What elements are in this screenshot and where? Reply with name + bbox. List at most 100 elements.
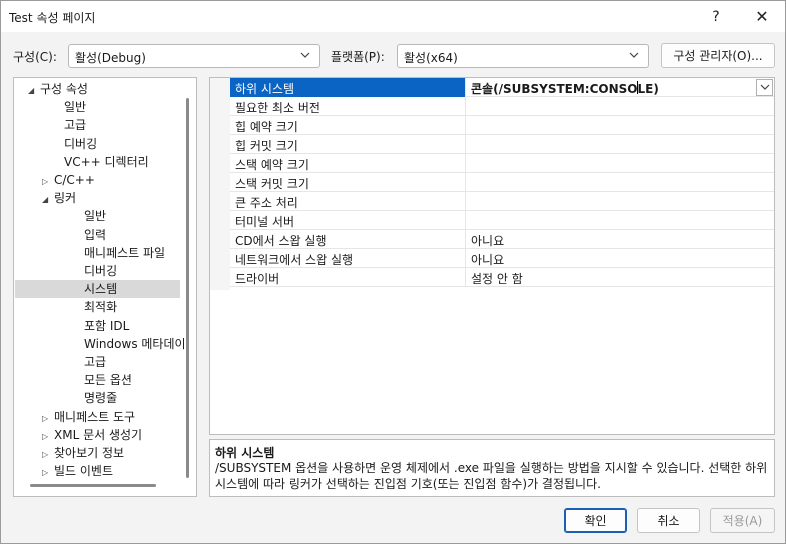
property-name: 스택 예약 크기 [235,158,309,172]
property-name: CD에서 스왑 실행 [235,234,327,248]
description-body: /SUBSYSTEM 옵션을 사용하면 운영 체제에서 .exe 파일을 실행하… [215,461,768,491]
tree-item[interactable]: 일반 [52,98,86,116]
tree-item-label: 구성 속성 [40,82,88,96]
property-value: 아니요 [471,253,505,267]
tree-item-label: 시스템 [84,282,118,297]
tree-item[interactable]: 포함 IDL [72,317,129,335]
column-divider [465,116,466,135]
collapsed-icon[interactable]: ▷ [42,464,54,482]
property-name: 하위 시스템 [235,82,295,96]
tree-item[interactable]: 디버깅 [72,262,117,280]
column-divider [465,97,466,116]
property-name: 드라이버 [235,272,280,286]
tree-item[interactable]: ▷ C/C++ [42,171,95,189]
tree-item[interactable]: ◢ 구성 속성 [28,80,88,98]
chevron-down-icon [629,52,639,58]
title-bar: Test 속성 페이지 ? ✕ [1,1,785,32]
property-name: 네트워크에서 스왑 실행 [235,253,354,267]
property-value: 설정 안 함 [471,272,523,286]
tree-item[interactable]: VC++ 디렉터리 [52,153,149,171]
platform-select-value: 활성(x64) [404,51,458,65]
description-panel: 하위 시스템 /SUBSYSTEM 옵션을 사용하면 운영 체제에서 .exe … [209,439,775,497]
help-button[interactable]: ? [693,1,739,32]
property-name: 필요한 최소 버전 [235,101,320,115]
column-divider [465,230,466,249]
property-name: 터미널 서버 [235,215,295,229]
tree-item-label: 최적화 [84,300,118,315]
tree-item-label: 매니페스트 도구 [54,409,136,424]
property-grid: 하위 시스템 콘솔(/SUBSYSTEM:CONSOLE) 필요한 최소 버전힙 예… [209,77,775,435]
tree-item-label: 모든 옵션 [84,373,132,388]
ok-button[interactable]: 확인 [564,508,627,533]
property-row[interactable]: 힙 예약 크기 [230,116,774,135]
expanded-icon[interactable]: ◢ [28,82,40,100]
column-divider [465,211,466,230]
tree-item-label: Windows 메타데이 [84,336,186,351]
property-tree[interactable]: ◢ 구성 속성 일반 고급 디버깅 VC++ 디렉터리 ▷ C/C++ ◢ 링커 일반 입력 매니페스트… [13,77,197,497]
tree-horizontal-scrollbar[interactable] [30,484,156,487]
property-row[interactable]: 스택 커밋 크기 [230,173,774,192]
tree-item-label: 찾아보기 정보 [54,446,125,460]
tree-item[interactable]: 매니페스트 파일 [72,244,165,262]
close-button[interactable]: ✕ [739,1,785,32]
tree-item[interactable]: 일반 [72,207,106,225]
property-row[interactable]: 드라이버 설정 안 함 [230,268,774,287]
tree-item-label: 입력 [84,227,107,242]
column-divider [465,154,466,173]
cancel-button[interactable]: 취소 [637,508,700,533]
property-row[interactable]: CD에서 스왑 실행 아니요 [230,230,774,249]
grid-margin [210,78,230,290]
config-select[interactable]: 활성(Debug) [68,44,320,68]
tree-item-label: 고급 [84,355,107,369]
property-row[interactable]: 힙 커밋 크기 [230,135,774,154]
text-caret [637,81,638,94]
property-name: 힙 커밋 크기 [235,139,298,153]
tree-item[interactable]: ◢ 링커 [42,189,76,207]
tree-item-label: 명령줄 [84,391,118,406]
property-row[interactable]: 터미널 서버 [230,211,774,230]
tree-item[interactable]: 모든 옵션 [72,371,132,389]
column-divider [465,173,466,192]
tree-item[interactable]: ▷ 매니페스트 도구 [42,408,135,426]
tree-item-label: XML 문서 생성기 [54,427,143,442]
tree-item[interactable]: 고급 [72,353,106,371]
tree-item-label: VC++ 디렉터리 [64,154,149,169]
tree-item[interactable]: Windows 메타데이 [72,335,186,353]
tree-item-label: 고급 [64,118,87,133]
value-dropdown-button[interactable] [756,79,773,96]
property-pages-dialog: Test 속성 페이지 ? ✕ 구성(C): 활성(Debug) 플랫폼(P):… [0,0,786,544]
tree-item-label: 매니페스트 파일 [84,245,166,260]
tree-item[interactable]: 시스템 [72,280,117,298]
property-name: 스택 커밋 크기 [235,177,309,191]
expanded-icon[interactable]: ◢ [42,191,54,209]
property-row[interactable]: 하위 시스템 콘솔(/SUBSYSTEM:CONSOLE) [230,78,774,97]
tree-item-label: 디버깅 [64,136,98,151]
tree-item-label: 빌드 이벤트 [54,464,114,479]
tree-item[interactable]: 입력 [72,226,106,244]
platform-select[interactable]: 활성(x64) [397,44,649,68]
tree-item[interactable]: ▷ 빌드 이벤트 [42,462,113,480]
chevron-down-icon [300,52,310,58]
tree-item-label: C/C++ [54,173,95,187]
property-row[interactable]: 스택 예약 크기 [230,154,774,173]
config-manager-button[interactable]: 구성 관리자(O)... [661,43,775,68]
property-value[interactable]: 콘솔(/SUBSYSTEM:CONSOLE) [471,80,659,97]
column-divider [465,249,466,268]
tree-vertical-scrollbar[interactable] [186,98,189,478]
platform-label: 플랫폼(P): [331,50,385,64]
property-name: 힙 예약 크기 [235,120,298,134]
property-row[interactable]: 큰 주소 처리 [230,192,774,211]
chevron-down-icon [760,84,770,90]
tree-item[interactable]: 디버깅 [52,135,97,153]
column-divider [465,135,466,154]
apply-button[interactable]: 적용(A) [710,508,775,533]
tree-item[interactable]: 고급 [52,116,86,134]
property-row[interactable]: 네트워크에서 스왑 실행 아니요 [230,249,774,268]
property-row[interactable]: 필요한 최소 버전 [230,97,774,116]
config-label: 구성(C): [13,50,57,64]
tree-item[interactable]: ▷ 찾아보기 정보 [42,444,124,462]
property-value: 아니요 [471,234,505,248]
tree-item[interactable]: 최적화 [72,298,117,316]
tree-item[interactable]: 명령줄 [72,389,117,407]
tree-item[interactable]: ▷ XML 문서 생성기 [42,426,142,444]
